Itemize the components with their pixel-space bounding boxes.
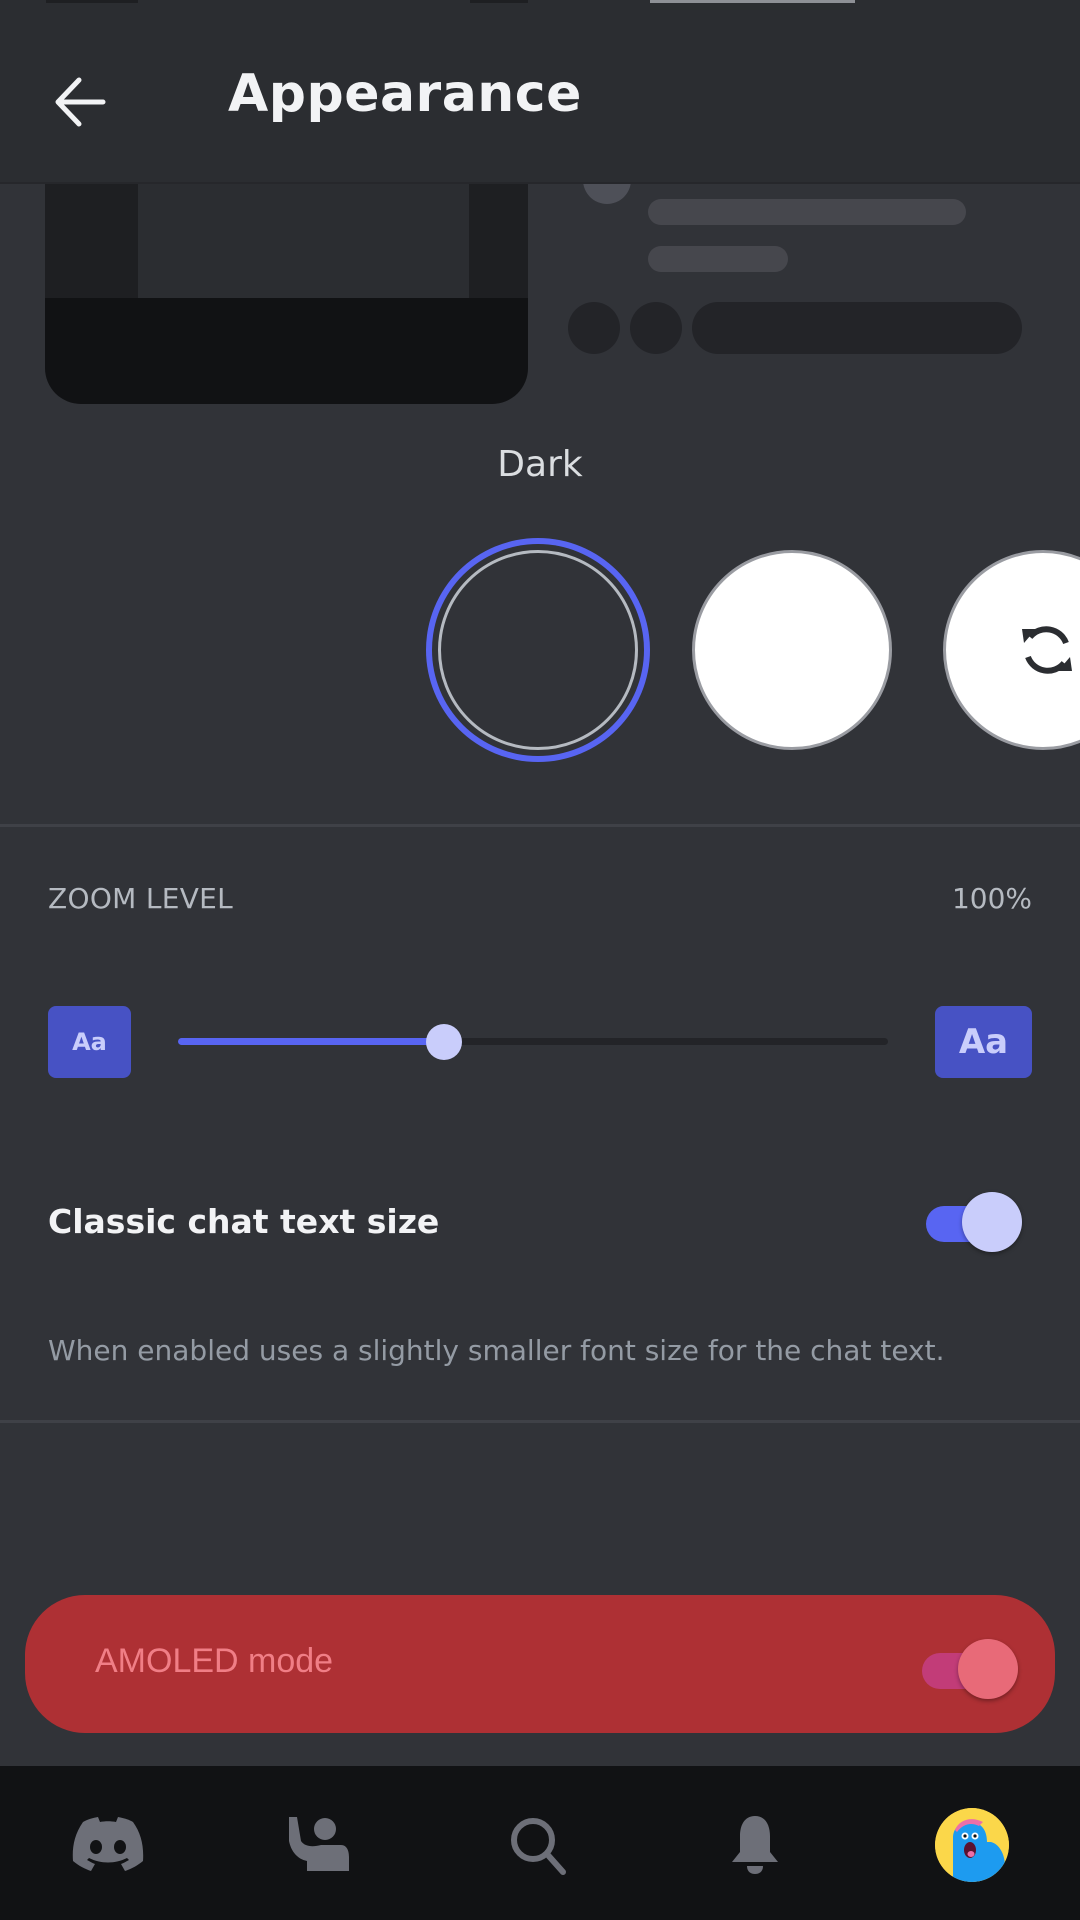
slider-thumb[interactable] xyxy=(426,1024,463,1060)
nav-friends[interactable] xyxy=(273,1800,363,1890)
zoom-level-label: ZOOM LEVEL xyxy=(48,882,234,915)
nav-search[interactable] xyxy=(493,1800,583,1890)
nav-notifications[interactable] xyxy=(710,1800,800,1890)
bottom-navigation xyxy=(0,1766,1080,1920)
app-header: Appearance xyxy=(0,0,1080,184)
slider-fill xyxy=(178,1038,445,1045)
selected-theme-name: Dark xyxy=(497,444,583,485)
classic-text-size-title: Classic chat text size xyxy=(48,1202,440,1241)
search-icon xyxy=(511,1818,566,1875)
sync-icon xyxy=(1022,626,1072,674)
theme-preview-mockup xyxy=(45,150,528,404)
back-button[interactable] xyxy=(40,62,120,142)
zoom-decrease-button[interactable]: Aa xyxy=(48,1006,131,1078)
theme-swatch-light[interactable] xyxy=(692,550,892,750)
zoom-level-value: 100% xyxy=(951,882,1032,915)
zoom-increase-button[interactable]: Aa xyxy=(935,1006,1032,1078)
amoled-mode-toggle[interactable] xyxy=(922,1639,1018,1699)
nav-home[interactable] xyxy=(63,1800,153,1890)
classic-text-size-toggle[interactable] xyxy=(926,1192,1022,1252)
section-divider xyxy=(0,1420,1080,1423)
theme-swatch-sync[interactable] xyxy=(943,550,1080,750)
section-divider xyxy=(0,824,1080,827)
bell-icon xyxy=(732,1816,778,1874)
amoled-mode-banner[interactable]: AMOLED mode xyxy=(25,1595,1055,1733)
theme-swatch-dark[interactable] xyxy=(438,550,638,750)
friends-wave-icon xyxy=(289,1817,349,1871)
arrow-left-icon xyxy=(55,77,106,127)
page-title: Appearance xyxy=(228,64,582,124)
discord-logo-icon xyxy=(72,1817,144,1871)
avatar-illustration xyxy=(935,1808,1009,1882)
avatar xyxy=(935,1808,1009,1882)
amoled-mode-label: AMOLED mode xyxy=(95,1642,334,1680)
nav-profile[interactable] xyxy=(927,1800,1017,1890)
zoom-slider[interactable] xyxy=(178,1022,888,1062)
classic-text-size-description: When enabled uses a slightly smaller fon… xyxy=(48,1334,945,1367)
